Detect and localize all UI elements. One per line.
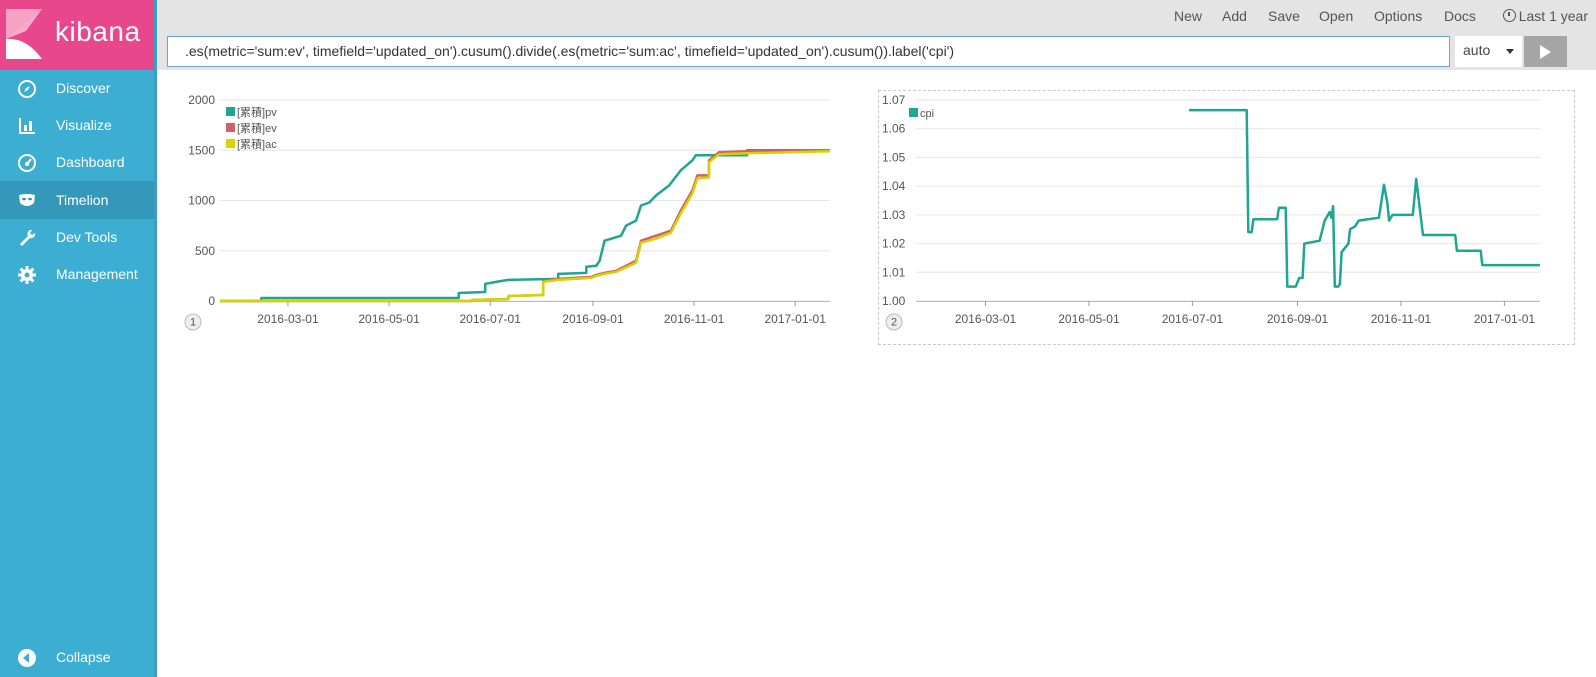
x-tick-label: 2016-11-01: [1371, 312, 1432, 326]
y-tick-label: 1.00: [882, 294, 906, 308]
clock-icon: [1502, 9, 1516, 22]
x-tick-label: 2016-07-01: [1162, 312, 1224, 326]
y-tick-label: 1.06: [882, 122, 906, 136]
y-tick-label: 2000: [188, 93, 215, 107]
time-picker[interactable]: Last 1 year: [1502, 8, 1588, 24]
y-tick-label: 1.04: [882, 179, 906, 193]
app: kibana Discover Visualize Dashboard Time…: [0, 0, 1596, 677]
x-tick-label: 2016-11-01: [664, 312, 725, 326]
x-tick-label: 2016-07-01: [459, 312, 521, 326]
series-line: [220, 149, 830, 303]
legend-label: [累積]pv: [237, 105, 277, 119]
sidebar-item-label: Management: [56, 266, 138, 282]
x-tick-label: 2017-01-01: [1474, 312, 1536, 326]
sidebar-item-label: Discover: [56, 80, 111, 96]
sidebar-item-label: Dashboard: [56, 154, 125, 170]
y-tick-label: 1.07: [882, 93, 906, 107]
legend-swatch: [909, 108, 918, 117]
gear-icon: [18, 266, 36, 284]
run-button[interactable]: [1524, 36, 1567, 67]
series-line: [1189, 108, 1540, 288]
caret-down-icon: [1506, 49, 1514, 54]
interval-value: auto: [1463, 42, 1491, 58]
menu-new[interactable]: New: [1174, 8, 1202, 24]
interval-select[interactable]: auto: [1455, 36, 1522, 67]
mask-icon: [19, 194, 35, 206]
chart-2: 1.00 1.01 1.02 1.03 1.04 1.05 1.06 1.07 2016-03-…: [882, 93, 1540, 331]
x-tick-label: 2017-01-01: [764, 312, 826, 326]
panel-number: 1: [190, 317, 196, 329]
legend-swatch: [226, 123, 235, 132]
x-tick-label: 2016-03-01: [257, 312, 319, 326]
sidebar: kibana Discover Visualize Dashboard Time…: [0, 0, 157, 677]
collapse-label: Collapse: [56, 649, 111, 665]
top-bar: New Add Save Open Options Docs Last 1 ye…: [157, 0, 1596, 70]
menu-save[interactable]: Save: [1268, 8, 1300, 24]
brand[interactable]: kibana: [0, 0, 157, 70]
legend-label: [累積]ac: [237, 137, 277, 151]
sidebar-item-discover[interactable]: Discover: [0, 69, 157, 107]
sidebar-item-label: Visualize: [56, 117, 112, 133]
panel-number: 2: [891, 317, 897, 329]
x-tick-label: 2016-05-01: [358, 312, 420, 326]
sidebar-item-timelion[interactable]: Timelion: [0, 181, 157, 219]
brand-name: kibana: [55, 16, 141, 47]
collapse-button[interactable]: Collapse: [0, 638, 157, 676]
legend-label: cpi: [920, 108, 934, 120]
x-tick-label: 2016-09-01: [562, 312, 624, 326]
y-tick-label: 1.05: [882, 150, 906, 164]
sidebar-item-label: Timelion: [56, 192, 109, 208]
bar-chart-icon: [19, 118, 35, 134]
y-tick-label: 1500: [188, 143, 215, 157]
time-range-label: Last 1 year: [1518, 8, 1588, 24]
y-tick-label: 1.01: [882, 265, 906, 279]
y-tick-label: 1.03: [882, 208, 906, 222]
sidebar-item-dev-tools[interactable]: Dev Tools: [0, 218, 157, 256]
play-icon: [1540, 45, 1551, 59]
menu-docs[interactable]: Docs: [1444, 8, 1476, 24]
legend-label: [累積]ev: [237, 121, 277, 135]
sidebar-item-visualize[interactable]: Visualize: [0, 106, 157, 144]
y-tick-label: 1.02: [882, 237, 906, 251]
expression-input[interactable]: .es(metric='sum:ev', timefield='updated_…: [167, 36, 1450, 67]
menu-open[interactable]: Open: [1319, 8, 1353, 24]
kibana-logo-icon: [6, 9, 42, 59]
compass-icon: [18, 80, 36, 98]
x-tick-label: 2016-09-01: [1267, 312, 1329, 326]
sidebar-item-label: Dev Tools: [56, 229, 118, 245]
wrench-icon: [20, 229, 36, 246]
collapse-arrow-icon: [18, 649, 36, 667]
chart-panel-1[interactable]: 0 500 1000 1500 2000 2016-03-01 2016-05-01 2016…: [177, 90, 855, 345]
y-tick-label: 0: [208, 294, 215, 308]
sidebar-item-dashboard[interactable]: Dashboard: [0, 143, 157, 181]
sidebar-item-management[interactable]: Management: [0, 255, 157, 293]
x-tick-label: 2016-03-01: [955, 312, 1017, 326]
chart-1: 0 500 1000 1500 2000 2016-03-01 2016-05-01 2016…: [184, 93, 831, 331]
gauge-icon: [18, 154, 36, 172]
x-tick-label: 2016-05-01: [1058, 312, 1120, 326]
chart-panel-2[interactable]: 1.00 1.01 1.02 1.03 1.04 1.05 1.06 1.07 2016-03-…: [878, 90, 1575, 345]
menu-add[interactable]: Add: [1222, 8, 1247, 24]
legend-swatch: [226, 139, 235, 148]
legend-swatch: [226, 107, 235, 116]
y-tick-label: 1000: [188, 194, 215, 208]
y-tick-label: 500: [195, 244, 215, 258]
menu-options[interactable]: Options: [1374, 8, 1422, 24]
